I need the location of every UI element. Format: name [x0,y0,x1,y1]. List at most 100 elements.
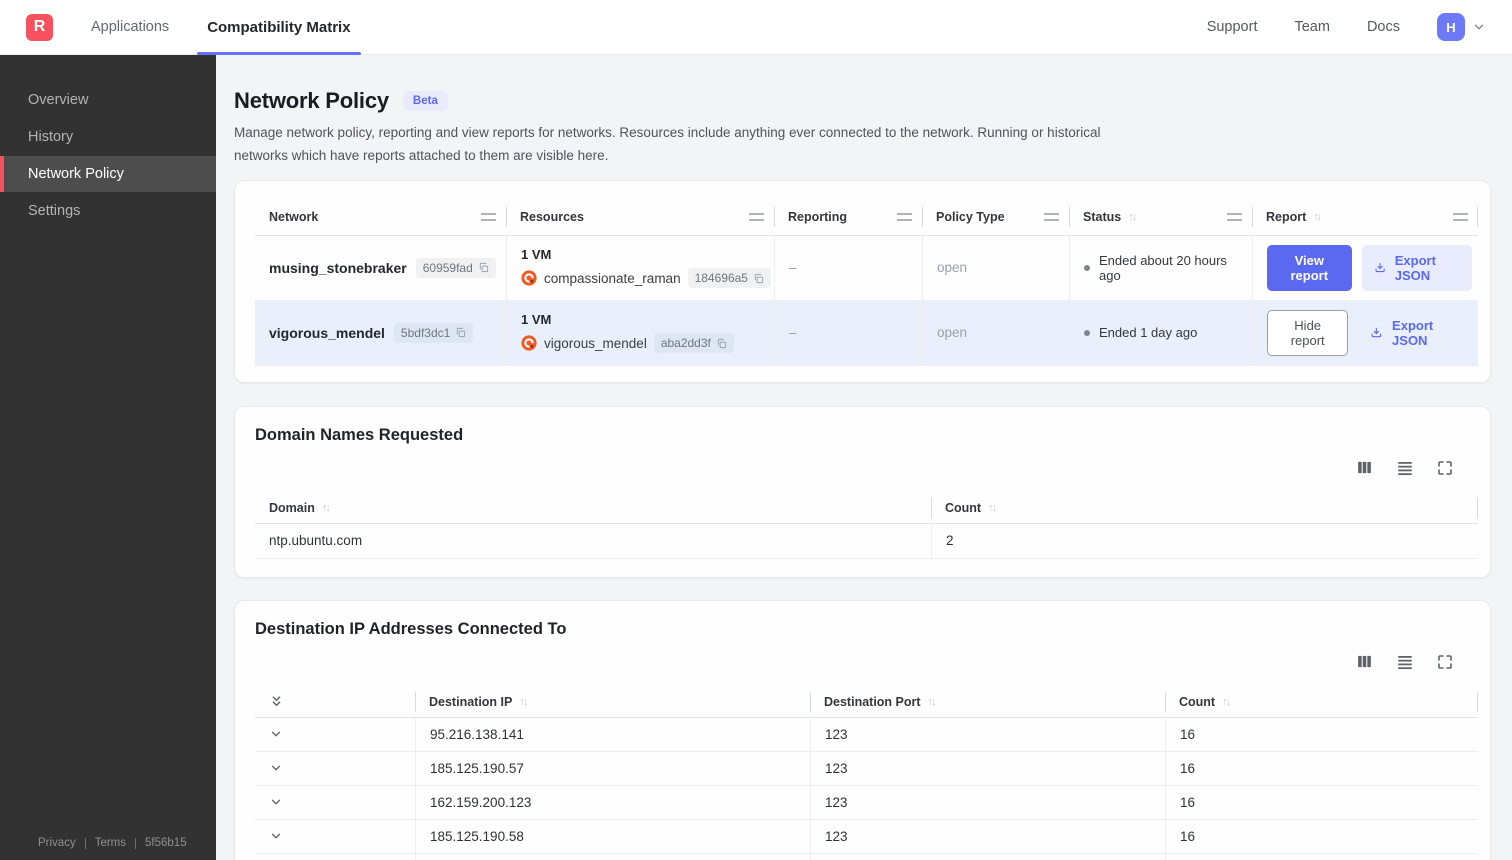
main-content: Network Policy Beta Manage network polic… [216,55,1512,860]
sidebar-item-overview[interactable]: Overview [0,82,216,118]
resource-id: aba2dd3f [660,336,711,351]
chevron-down-icon[interactable] [269,761,283,775]
network-table-row[interactable]: musing_stonebraker 60959fad 1 VM compass… [255,235,1478,301]
networks-table-card: Network Resources Reporting Policy Type … [234,179,1491,383]
domain-table-row[interactable]: ntp.ubuntu.com 2 [255,523,1478,559]
expander-cell[interactable] [255,854,415,860]
ips-table-header: Destination IP ↑↓ Destination Port ↑↓ Co… [255,687,1478,718]
fullscreen-icon[interactable] [1437,460,1453,476]
row-density-icon[interactable] [1396,653,1414,671]
expander-cell[interactable] [255,786,415,819]
user-menu[interactable]: H [1437,13,1486,41]
policy-type-cell: open [922,300,1069,365]
expand-all-icon[interactable] [269,694,284,709]
ip-table-row[interactable]: 185.125.190.58 123 16 [255,819,1478,854]
app-logo[interactable]: R [26,13,53,41]
column-resize-handle-icon[interactable] [749,212,764,221]
nav-link-team[interactable]: Team [1294,19,1329,35]
nav-item-applications[interactable]: Applications [91,0,169,55]
network-id-badge[interactable]: 60959fad [415,257,496,278]
column-header-network[interactable]: Network [255,199,506,235]
status-dot-icon [1084,264,1090,271]
chevron-down-icon[interactable] [269,727,283,741]
page-header: Network Policy Beta [234,88,1491,114]
column-resize-handle-icon[interactable] [1453,212,1468,221]
column-header-status[interactable]: Status ↑↓ [1069,199,1252,235]
column-resize-handle-icon[interactable] [897,212,912,221]
columns-icon[interactable] [1356,653,1373,670]
columns-icon[interactable] [1356,459,1373,476]
expander-cell[interactable] [255,718,415,751]
resource-name: compassionate_raman [544,270,681,286]
sort-icon[interactable]: ↑↓ [322,502,331,514]
ip-table-row[interactable]: 95.216.138.141 123 16 [255,717,1478,752]
column-resize-handle-icon[interactable] [1227,212,1242,221]
column-header-destination-port[interactable]: Destination Port ↑↓ [810,687,1165,717]
hide-report-button[interactable]: Hide report [1267,309,1349,356]
network-table-row[interactable]: vigorous_mendel 5bdf3dc1 1 VM vigorous_m… [255,300,1478,366]
chevron-down-icon[interactable] [269,829,283,843]
ip-table-row[interactable]: 185.125.190.57 123 16 [255,751,1478,786]
count-cell: 16 [1165,819,1478,853]
sort-icon[interactable]: ↑↓ [928,696,937,708]
column-header-count[interactable]: Count ↑↓ [931,493,1478,523]
fullscreen-icon[interactable] [1437,654,1453,670]
resource-id-badge[interactable]: aba2dd3f [653,333,734,354]
count-cell: 16 [1165,853,1478,860]
expander-cell[interactable] [255,752,415,785]
export-json-button[interactable]: Export JSON [1361,244,1472,291]
column-resize-handle-icon[interactable] [1044,212,1059,221]
reporting-cell: – [774,235,922,300]
column-header-report[interactable]: Report ↑↓ [1252,199,1478,235]
count-cell: 16 [1165,785,1478,819]
destination-ip-cell: 185.125.190.58 [415,819,810,853]
column-header-count[interactable]: Count ↑↓ [1165,687,1478,717]
column-label: Policy Type [936,209,1005,224]
chevron-down-icon[interactable] [269,795,283,809]
sort-icon[interactable]: ↑↓ [1313,211,1322,223]
column-label: Reporting [788,209,848,224]
destination-ip-cell: 185.125.190.57 [415,751,810,785]
ip-table-row[interactable]: 162.159.200.123 123 16 [255,785,1478,820]
sort-icon[interactable]: ↑↓ [1128,211,1137,223]
column-header-domain[interactable]: Domain ↑↓ [255,493,931,523]
sort-icon[interactable]: ↑↓ [519,696,528,708]
column-label: Status [1083,209,1122,224]
destination-port-cell: 123 [810,819,1165,853]
vm-count: 1 VM [521,247,552,263]
count-cell: 16 [1165,717,1478,751]
column-header-expand-all[interactable] [255,687,415,717]
resources-cell: 1 VM vigorous_mendel aba2dd3f [506,300,774,365]
copy-icon[interactable] [753,273,764,284]
sidebar-item-history[interactable]: History [0,119,216,155]
page-description: Manage network policy, reporting and vie… [234,125,1101,163]
column-header-policy-type[interactable]: Policy Type [922,199,1069,235]
copy-icon[interactable] [455,327,466,338]
terms-link[interactable]: Terms [95,837,126,849]
networks-table-header: Network Resources Reporting Policy Type … [255,199,1478,236]
export-json-button[interactable]: Export JSON [1358,310,1472,356]
nav-item-compatibility-matrix[interactable]: Compatibility Matrix [197,0,361,55]
column-resize-handle-icon[interactable] [481,212,496,221]
sidebar-item-network-policy[interactable]: Network Policy [0,156,216,192]
network-id-badge[interactable]: 5bdf3dc1 [393,322,474,343]
sort-icon[interactable]: ↑↓ [1222,696,1231,708]
row-density-icon[interactable] [1396,459,1414,477]
column-label: Network [269,209,319,224]
privacy-link[interactable]: Privacy [38,837,76,849]
avatar[interactable]: H [1437,13,1465,41]
ip-table-row[interactable]: 95.216.100.21 123 16 [255,853,1478,860]
expander-cell[interactable] [255,820,415,853]
resource-id-badge[interactable]: 184696a5 [687,268,771,289]
sidebar-item-settings[interactable]: Settings [0,193,216,229]
nav-link-docs[interactable]: Docs [1367,19,1400,35]
sort-icon[interactable]: ↑↓ [988,502,997,514]
view-report-button[interactable]: View report [1267,244,1352,291]
network-name: vigorous_mendel [269,324,385,341]
column-header-destination-ip[interactable]: Destination IP ↑↓ [415,687,810,717]
column-header-reporting[interactable]: Reporting [774,199,922,235]
copy-icon[interactable] [478,262,489,273]
nav-link-support[interactable]: Support [1207,19,1258,35]
copy-icon[interactable] [716,338,727,349]
column-header-resources[interactable]: Resources [506,199,774,235]
